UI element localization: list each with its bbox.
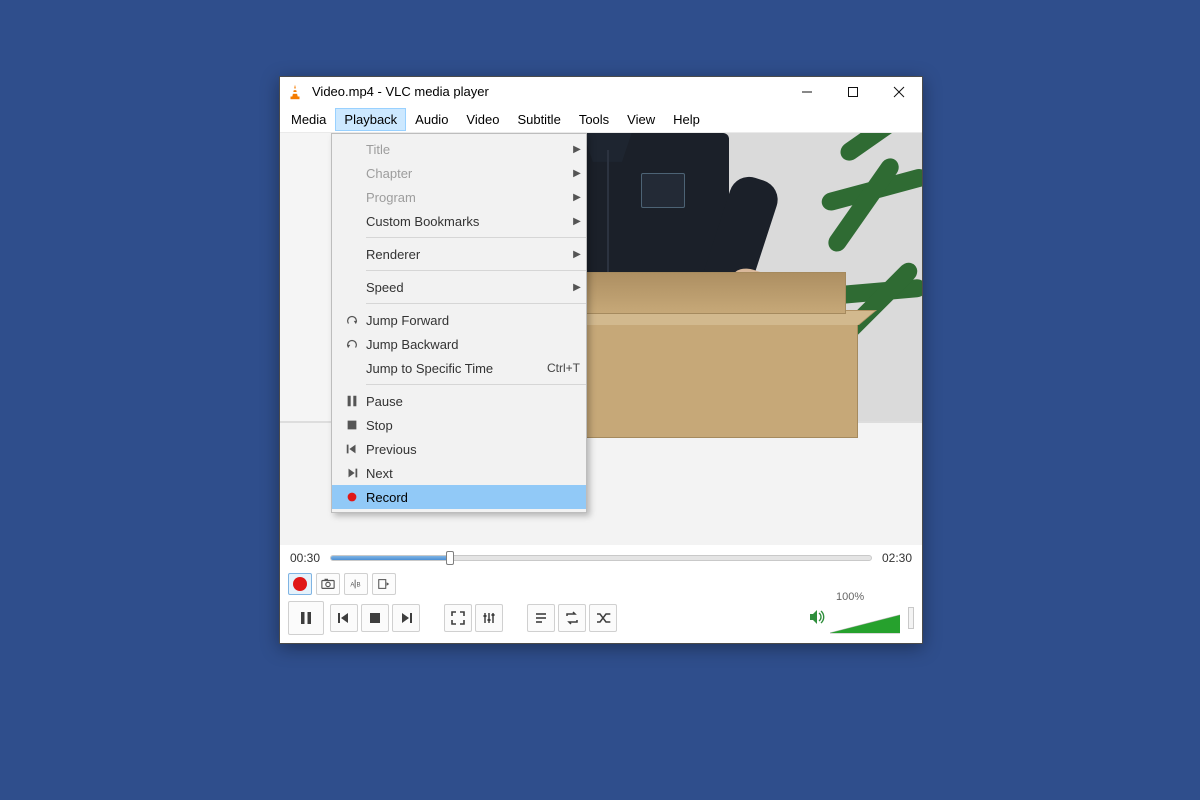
chevron-right-icon: ▶ xyxy=(568,144,586,155)
dd-speed[interactable]: Speed ▶ xyxy=(332,275,586,299)
dd-next[interactable]: Next xyxy=(332,461,586,485)
playlist-button[interactable] xyxy=(527,604,555,632)
seek-bar[interactable] xyxy=(330,555,872,561)
separator xyxy=(366,384,586,385)
dd-previous[interactable]: Previous xyxy=(332,437,586,461)
dd-bookmarks[interactable]: Custom Bookmarks ▶ xyxy=(332,209,586,233)
app-window: Video.mp4 - VLC media player Media Playb… xyxy=(279,76,923,644)
chevron-right-icon: ▶ xyxy=(568,216,586,227)
dd-jump-backward[interactable]: Jump Backward xyxy=(332,332,586,356)
chevron-right-icon: ▶ xyxy=(568,249,586,260)
separator xyxy=(366,303,586,304)
play-pause-button[interactable] xyxy=(288,601,324,635)
previous-button[interactable] xyxy=(330,604,358,632)
volume-control[interactable]: 100% xyxy=(808,601,914,635)
menu-view[interactable]: View xyxy=(618,108,664,131)
dd-stop[interactable]: Stop xyxy=(332,413,586,437)
shuffle-button[interactable] xyxy=(589,604,617,632)
separator xyxy=(366,270,586,271)
loop-ab-button[interactable]: AB xyxy=(344,573,368,595)
next-button[interactable] xyxy=(392,604,420,632)
total-time[interactable]: 02:30 xyxy=(882,551,912,565)
seek-knob[interactable] xyxy=(446,551,454,565)
separator xyxy=(366,237,586,238)
volume-percent: 100% xyxy=(836,591,906,603)
dd-program[interactable]: Program ▶ xyxy=(332,185,586,209)
menu-playback[interactable]: Playback xyxy=(335,108,406,131)
timeline-row: 00:30 02:30 xyxy=(280,545,922,571)
speaker-icon[interactable] xyxy=(808,608,826,629)
menu-tools[interactable]: Tools xyxy=(570,108,618,131)
menu-media[interactable]: Media xyxy=(282,108,335,131)
menu-subtitle[interactable]: Subtitle xyxy=(508,108,569,131)
stop-button[interactable] xyxy=(361,604,389,632)
record-dot-icon xyxy=(293,577,307,591)
fullscreen-button[interactable] xyxy=(444,604,472,632)
loop-button[interactable] xyxy=(558,604,586,632)
svg-text:A: A xyxy=(350,582,355,589)
playback-dropdown: Title ▶ Chapter ▶ Program ▶ Custom Bookm… xyxy=(331,133,587,513)
minimize-button[interactable] xyxy=(784,77,830,107)
advanced-controls: AB xyxy=(280,571,922,597)
main-toolbar: 100% xyxy=(280,597,922,643)
close-button[interactable] xyxy=(876,77,922,107)
frame-step-button[interactable] xyxy=(372,573,396,595)
window-title: Video.mp4 - VLC media player xyxy=(312,84,489,99)
chevron-right-icon: ▶ xyxy=(568,192,586,203)
dd-chapter[interactable]: Chapter ▶ xyxy=(332,161,586,185)
dd-jump-specific[interactable]: Jump to Specific Time Ctrl+T xyxy=(332,356,586,380)
video-area[interactable]: Title ▶ Chapter ▶ Program ▶ Custom Bookm… xyxy=(280,133,922,545)
jump-backward-icon xyxy=(338,337,366,351)
chevron-right-icon: ▶ xyxy=(568,282,586,293)
menu-help[interactable]: Help xyxy=(664,108,709,131)
menubar: Media Playback Audio Video Subtitle Tool… xyxy=(280,107,922,133)
dd-jump-forward[interactable]: Jump Forward xyxy=(332,308,586,332)
titlebar[interactable]: Video.mp4 - VLC media player xyxy=(280,77,922,107)
record-button[interactable] xyxy=(288,573,312,595)
volume-max-indicator xyxy=(908,607,914,629)
dd-pause[interactable]: Pause xyxy=(332,389,586,413)
next-icon xyxy=(338,466,366,480)
svg-text:B: B xyxy=(356,582,360,589)
volume-slider[interactable] xyxy=(830,613,900,635)
seek-progress xyxy=(331,556,450,560)
pause-icon xyxy=(338,394,366,408)
menu-audio[interactable]: Audio xyxy=(406,108,457,131)
elapsed-time[interactable]: 00:30 xyxy=(290,551,320,565)
menu-video[interactable]: Video xyxy=(457,108,508,131)
snapshot-button[interactable] xyxy=(316,573,340,595)
chevron-right-icon: ▶ xyxy=(568,168,586,179)
maximize-button[interactable] xyxy=(830,77,876,107)
jump-forward-icon xyxy=(338,313,366,327)
dd-renderer[interactable]: Renderer ▶ xyxy=(332,242,586,266)
record-icon xyxy=(338,490,366,504)
extended-settings-button[interactable] xyxy=(475,604,503,632)
stop-icon xyxy=(338,418,366,432)
dd-record[interactable]: Record xyxy=(332,485,586,509)
dd-title[interactable]: Title ▶ xyxy=(332,137,586,161)
previous-icon xyxy=(338,442,366,456)
vlc-cone-icon xyxy=(286,83,304,101)
